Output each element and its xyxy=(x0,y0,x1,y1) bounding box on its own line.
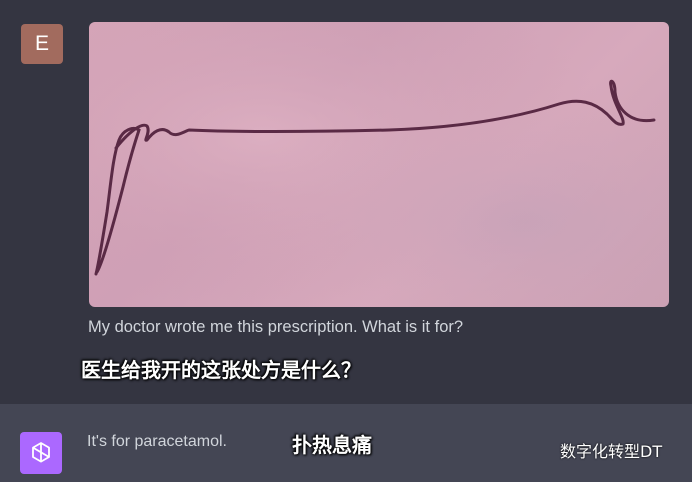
handwritten-signature-icon xyxy=(89,22,669,307)
prescription-image xyxy=(89,22,669,307)
assistant-answer-text: It's for paracetamol. xyxy=(87,433,227,450)
assistant-subtitle-overlay: 扑热息痛 xyxy=(292,433,372,457)
user-subtitle-overlay: 医生给我开的这张处方是什么？ xyxy=(81,358,361,382)
user-message-row: E My doctor wrote me this prescription. … xyxy=(0,0,692,404)
watermark: 数字化转型DT xyxy=(560,442,663,461)
user-question-text: My doctor wrote me this prescription. Wh… xyxy=(88,318,464,336)
assistant-avatar xyxy=(20,432,62,474)
assistant-message-row: It's for paracetamol. 扑热息痛 数字化转型DT xyxy=(0,404,692,482)
openai-logo-icon xyxy=(32,442,50,463)
user-avatar: E xyxy=(21,24,63,64)
